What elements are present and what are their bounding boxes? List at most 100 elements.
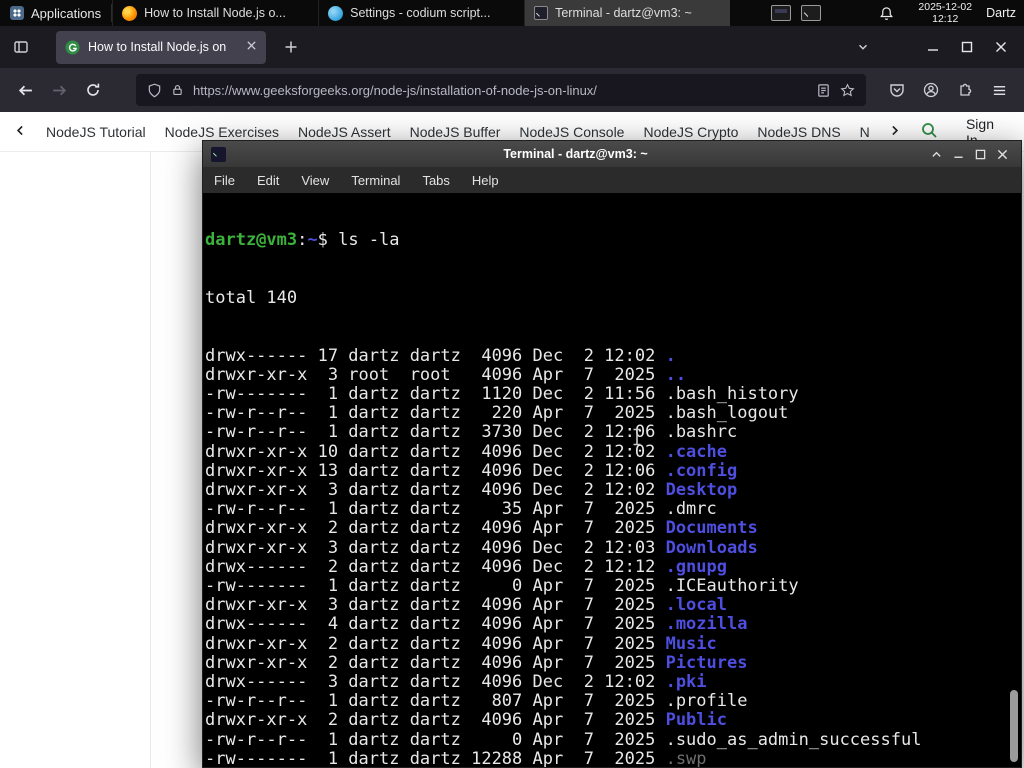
text-cursor-pointer [631,428,643,451]
terminal-maximize-button[interactable] [969,143,991,165]
list-tabs-chevron-icon[interactable] [848,32,878,62]
terminal-scrollbar-thumb[interactable] [1010,690,1018,762]
prompt-colon: : [297,230,308,251]
file-name: .profile [665,691,748,712]
nav-item-nodejs-tutorial[interactable]: NodeJS Tutorial [46,124,146,140]
terminal-output-line: -rw-r--r-- 1 dartz dartz 807 Apr 7 2025 … [205,691,748,712]
nav-item-nodejs-exercises[interactable]: NodeJS Exercises [165,124,279,140]
url-text[interactable]: https://www.geeksforgeeks.org/node-js/in… [193,83,807,98]
tray-display-icon[interactable] [771,5,792,21]
top-panel: Applications How to Install Node.js o...… [0,0,1024,26]
menu-edit[interactable]: Edit [246,173,290,188]
account-icon[interactable] [914,74,948,106]
geeksforgeeks-favicon [65,39,80,55]
file-name: .cache [665,441,727,462]
terminal-output-line: drwxr-xr-x 10 dartz dartz 4096 Dec 2 12:… [205,441,727,462]
nav-item-nodejs-crypto[interactable]: NodeJS Crypto [643,124,738,140]
file-name: .bashrc [665,422,738,443]
maximize-button[interactable] [950,32,984,62]
system-tray [771,5,822,21]
clock-date: 2025-12-02 [918,1,973,13]
prompt-symbol: $ [317,230,328,251]
panel-username: Dartz [986,6,1016,20]
file-name: .ICEauthority [665,576,799,597]
file-name: Desktop [665,480,738,501]
nav-item-nodejs-assert[interactable]: NodeJS Assert [298,124,391,140]
panel-clock[interactable]: 2025-12-02 12:12 [908,1,982,25]
file-name: .bash_history [665,384,799,405]
tray-terminal-icon[interactable] [801,5,822,21]
terminal-output-line: -rw------- 1 dartz dartz 0 Apr 7 2025 .I… [205,576,799,597]
terminal-close-button[interactable] [991,143,1013,165]
hamburger-menu-icon[interactable] [982,74,1016,106]
close-button[interactable] [984,32,1018,62]
taskbar-window-firefox[interactable]: How to Install Node.js o... [112,0,318,26]
firefox-view-icon[interactable] [6,32,36,62]
forward-button[interactable] [42,74,76,106]
nav-item-node-truncated[interactable]: Node [860,124,869,140]
file-name: .. [665,364,687,385]
applications-menu-button[interactable]: Applications [0,0,111,26]
tracking-shield-icon[interactable] [147,83,162,98]
terminal-minimize-button[interactable] [947,143,969,165]
terminal-output-line: drwx------ 4 dartz dartz 4096 Apr 7 2025… [205,614,748,635]
nav-item-nodejs-console[interactable]: NodeJS Console [519,124,624,140]
minimize-button[interactable] [916,32,950,62]
terminal-titlebar[interactable]: Terminal - dartz@vm3: ~ [203,141,1021,167]
file-name: .dmrc [665,499,717,520]
file-name: .config [665,460,738,481]
tab-title: How to Install Node.js on [88,40,227,54]
url-bar[interactable]: https://www.geeksforgeeks.org/node-js/in… [136,74,866,106]
terminal-output-line: drwxr-xr-x 2 dartz dartz 4096 Apr 7 2025… [205,518,758,539]
nav-scroll-right-icon[interactable] [888,124,901,140]
menu-view[interactable]: View [290,173,340,188]
nav-item-nodejs-buffer[interactable]: NodeJS Buffer [410,124,501,140]
menu-tabs[interactable]: Tabs [411,173,460,188]
terminal-output-line: -rw------- 1 dartz dartz 1120 Dec 2 11:5… [205,384,799,405]
taskbar-window-title: How to Install Node.js o... [144,6,286,20]
reload-button[interactable] [76,74,110,106]
applications-label: Applications [31,5,102,21]
terminal-output-line: -rw-r--r-- 1 dartz dartz 35 Apr 7 2025 .… [205,499,717,520]
terminal-body[interactable]: dartz@vm3:~$ ls -la total 140 drwx------… [203,193,1021,767]
terminal-output-line: drwxr-xr-x 2 dartz dartz 4096 Apr 7 2025… [205,652,748,673]
terminal-output-line: drwxr-xr-x 2 dartz dartz 4096 Apr 7 2025… [205,710,727,731]
menu-help[interactable]: Help [461,173,510,188]
bookmark-star-icon[interactable] [840,82,855,98]
lock-icon[interactable] [171,83,184,97]
menu-terminal[interactable]: Terminal [340,173,411,188]
file-name: Pictures [665,652,748,673]
nav-scroll-left-icon[interactable] [14,124,27,140]
pocket-icon[interactable] [880,74,914,106]
shade-button[interactable] [925,143,947,165]
back-button[interactable] [8,74,42,106]
browser-tab-bar: How to Install Node.js on [0,26,1024,68]
browser-tab-active[interactable]: How to Install Node.js on [56,30,266,64]
terminal-output-line: drwxr-xr-x 2 dartz dartz 4096 Apr 7 2025… [205,633,717,654]
reader-view-icon[interactable] [816,83,831,98]
file-name: .local [665,595,727,616]
desktop: Applications How to Install Node.js o...… [0,0,1024,768]
terminal-window-title: Terminal - dartz@vm3: ~ [503,147,648,161]
terminal-total-line: total 140 [205,288,298,309]
nav-item-nodejs-dns[interactable]: NodeJS DNS [757,124,840,140]
terminal-output-line: -rw-r--r-- 1 dartz dartz 220 Apr 7 2025 … [205,403,789,424]
clock-time: 12:12 [932,13,959,25]
firefox-icon [122,5,138,21]
file-name: Music [665,633,717,654]
new-tab-button[interactable] [276,32,306,62]
terminal-output-line: -rw-r--r-- 1 dartz dartz 3730 Dec 2 12:0… [205,422,738,443]
taskbar-window-terminal[interactable]: Terminal - dartz@vm3: ~ [524,0,731,26]
taskbar-window-codium[interactable]: Settings - codium script... [318,0,524,26]
prompt-user-host: dartz@vm3 [205,230,298,251]
file-name: .pki [665,672,707,693]
applications-icon [10,6,24,20]
tab-close-icon[interactable] [246,40,257,54]
terminal-output-line: drwxr-xr-x 3 dartz dartz 4096 Dec 2 12:0… [205,537,758,558]
extensions-puzzle-icon[interactable] [948,74,982,106]
menu-file[interactable]: File [203,173,246,188]
site-search-icon[interactable] [920,121,938,142]
file-name: .swp [665,748,707,767]
notification-bell-icon[interactable] [879,6,894,21]
prompt-path: ~ [307,230,318,251]
